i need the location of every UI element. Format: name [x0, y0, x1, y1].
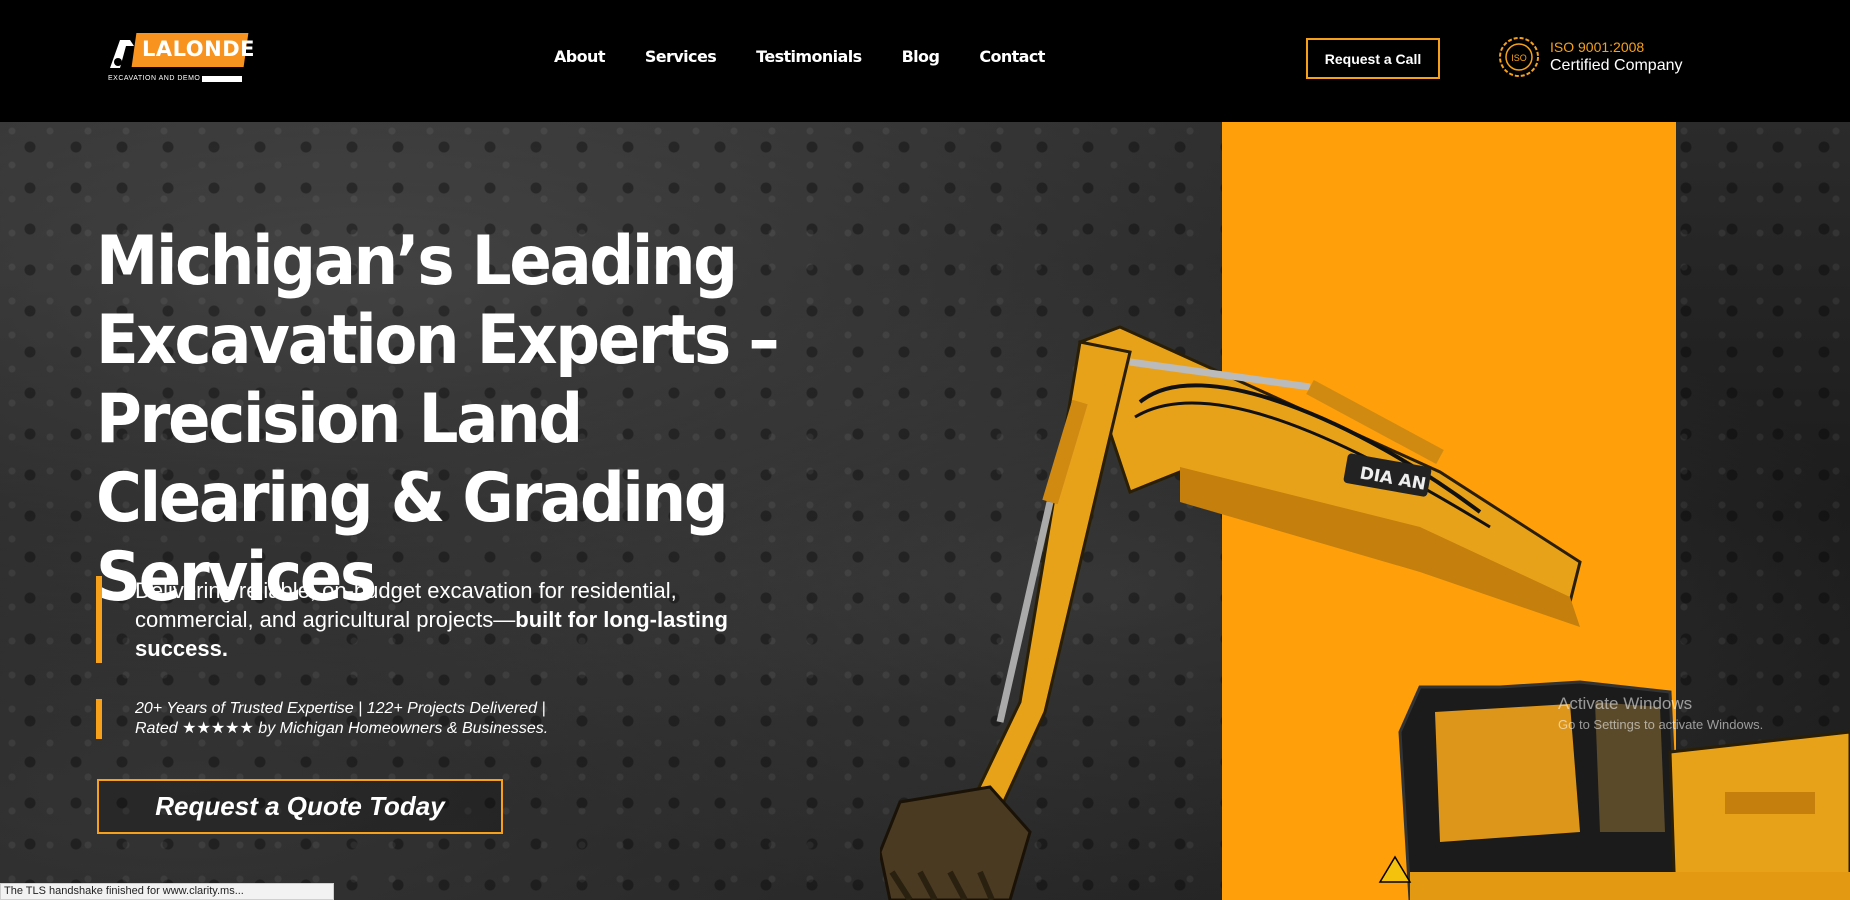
company-logo[interactable]: LALONDE EXCAVATION AND DEMO: [106, 30, 254, 88]
iso-seal-icon: ISO: [1499, 37, 1539, 77]
hero-stats-line-1: 20+ Years of Trusted Expertise | 122+ Pr…: [135, 700, 546, 717]
nav-link-about[interactable]: About: [554, 47, 605, 66]
hero-stats-line-2: Rated ★★★★★ by Michigan Homeowners & Bus…: [135, 720, 549, 737]
nav-link-blog[interactable]: Blog: [902, 47, 940, 66]
windows-activation-watermark: Activate Windows Go to Settings to activ…: [1558, 694, 1763, 732]
nav-link-contact[interactable]: Contact: [979, 47, 1045, 66]
main-nav: About Services Testimonials Blog Contact: [554, 47, 1045, 66]
watermark-title: Activate Windows: [1558, 694, 1693, 713]
iso-certification: ISO ISO 9001:2008 Certified Company: [1498, 36, 1683, 78]
watermark-subtitle: Go to Settings to activate Windows.: [1558, 717, 1764, 732]
request-quote-button[interactable]: Request a Quote Today: [97, 779, 503, 834]
logo-tagline: EXCAVATION AND DEMO: [108, 75, 201, 82]
iso-seal-label: ISO: [1511, 53, 1527, 63]
excavator-logo-icon: [110, 40, 134, 68]
hero-lead-text: Delivering reliable, on-budget excavatio…: [96, 576, 796, 663]
logo-underline: [202, 76, 242, 82]
logo-name: LALONDE: [142, 37, 255, 61]
nav-link-testimonials[interactable]: Testimonials: [756, 47, 862, 66]
request-call-button[interactable]: Request a Call: [1306, 38, 1440, 79]
hero-section: DIA AN Michigan’s Leading Excavation Exp…: [0, 122, 1850, 900]
iso-certified-label: Certified Company: [1550, 56, 1683, 74]
nav-link-services[interactable]: Services: [645, 47, 717, 66]
site-header: LALONDE EXCAVATION AND DEMO About Servic…: [0, 0, 1850, 122]
browser-status-bar: The TLS handshake finished for www.clari…: [0, 883, 334, 900]
iso-standard: ISO 9001:2008: [1550, 38, 1645, 55]
excavator-image: DIA AN: [880, 325, 1850, 900]
hero-stats: 20+ Years of Trusted Expertise | 122+ Pr…: [96, 699, 696, 739]
hero-headline: Michigan’s Leading Excavation Experts – …: [96, 222, 780, 617]
